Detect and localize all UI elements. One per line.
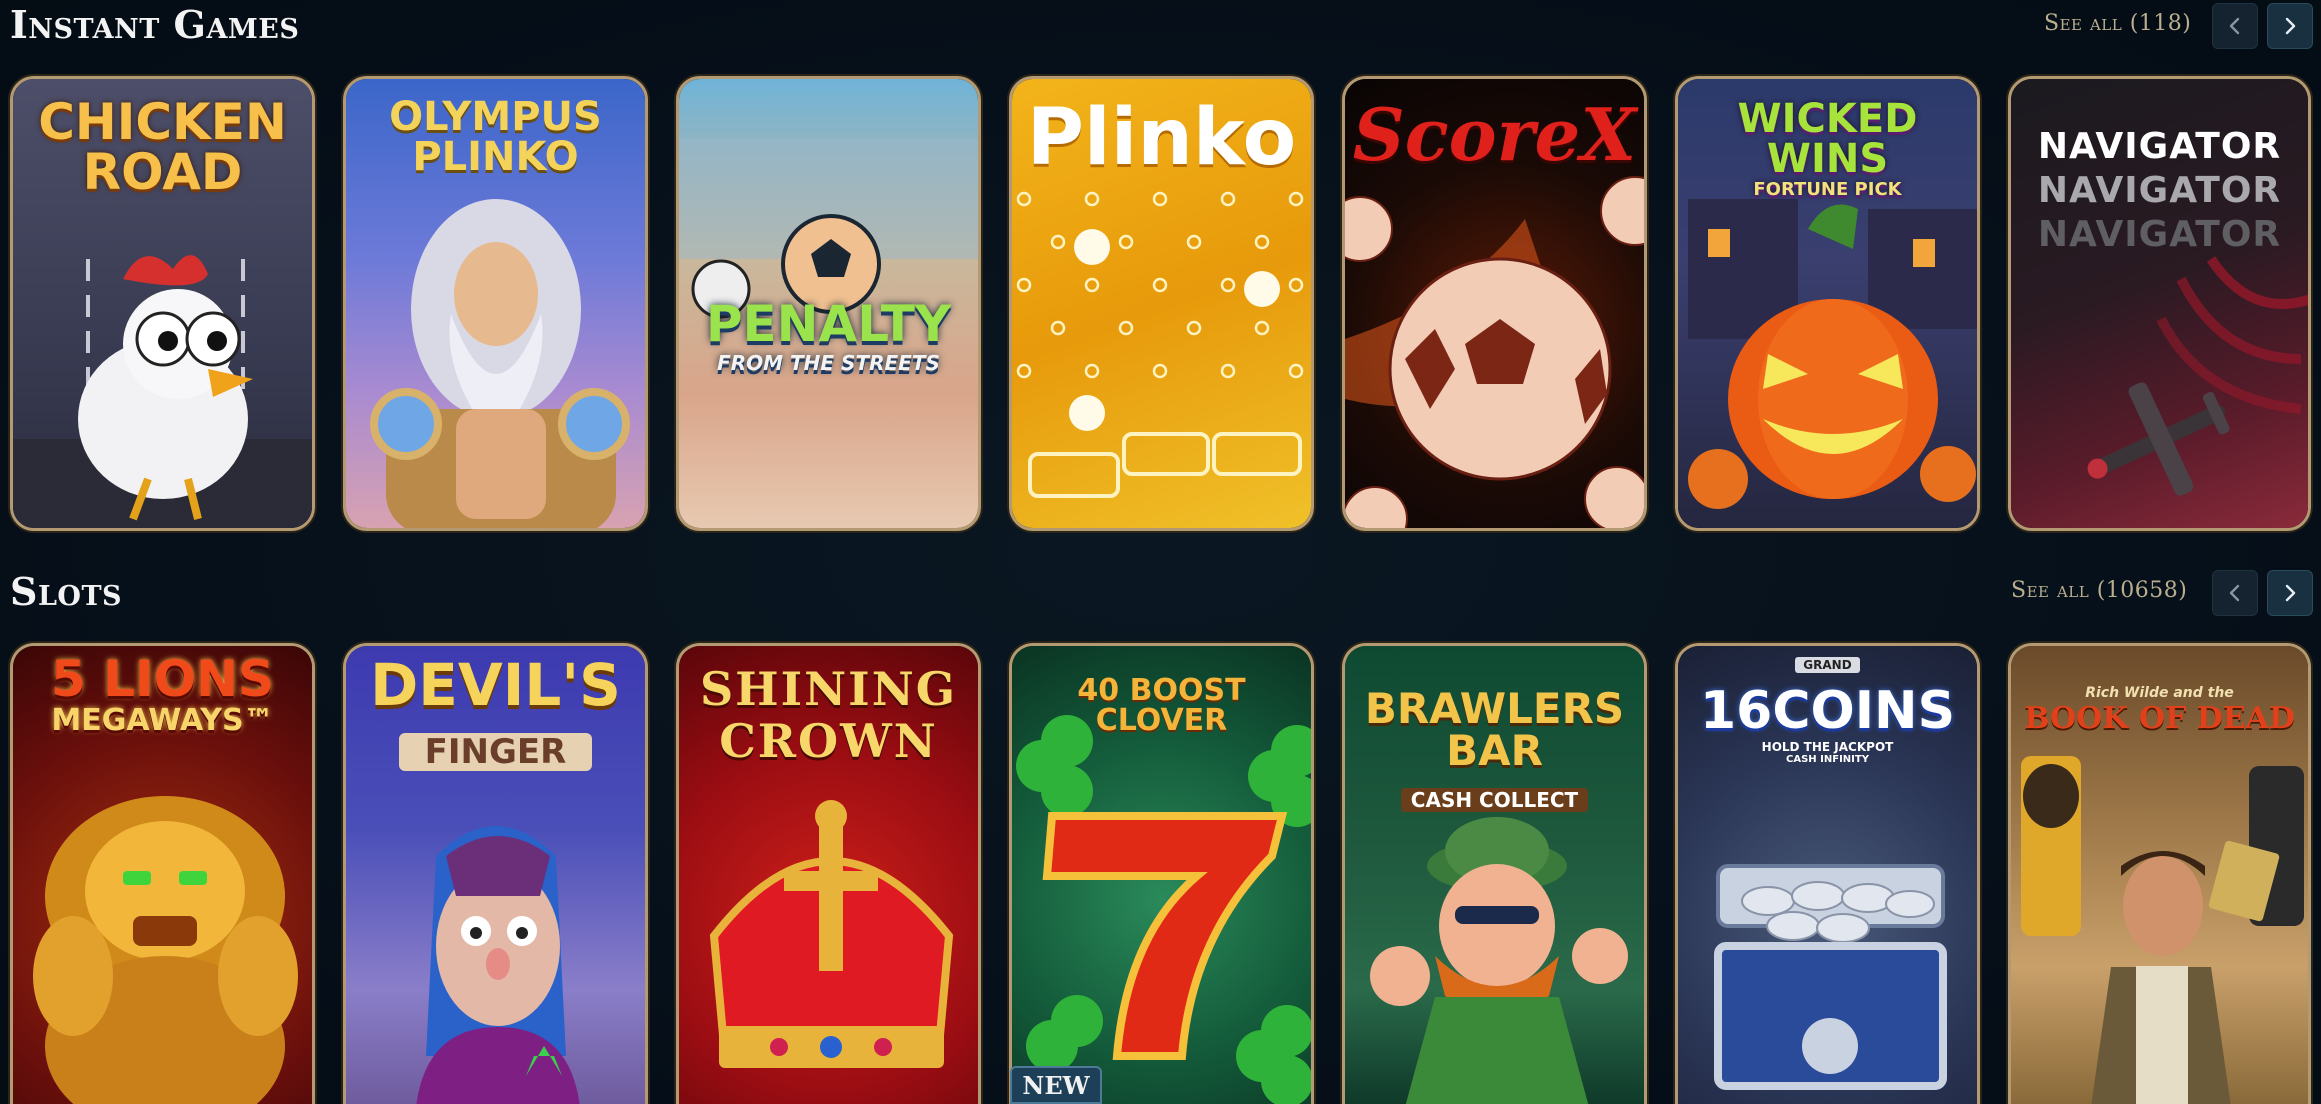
game-logo: 5 LIONS MEGAWAYS™ [13,654,312,736]
logo-line: BAR [1446,726,1543,775]
logo-line: NAVIGATOR [2037,126,2282,167]
slots-next-button[interactable] [2267,570,2313,616]
new-badge: NEW [1010,1066,1102,1104]
logo-line: FROM THE STREETS [717,351,940,375]
logo-line: HOLD THE JACKPOT [1761,740,1894,754]
chevron-right-icon [2285,584,2296,602]
logo-line: GRAND [1795,657,1860,673]
logo-line: 5 LIONS [50,650,275,708]
logo-line: DEVIL'S [370,651,621,719]
games-lobby: Instant Games See all (118) CHICKEN ROAD… [0,0,2321,1104]
instant-games-next-button[interactable] [2267,3,2313,49]
logo-line: MEGAWAYS™ [51,703,274,738]
game-card-wicked-wins[interactable]: WICKED WINS FORTUNE PICK [1675,76,1980,531]
game-logo: NAVIGATOR NAVIGATOR NAVIGATOR [2011,129,2308,253]
see-all-instant-games-link[interactable]: See all (118) [2044,13,2191,35]
logo-line: CASH INFINITY [1786,754,1869,765]
logo-line: WICKED WINS [1737,96,1918,182]
see-all-slots-link[interactable]: See all (10658) [2011,580,2187,602]
game-card-olympus-plinko[interactable]: OLYMPUS PLINKO [343,76,648,531]
game-logo: SHINING CROWN [679,666,978,764]
chevron-left-icon [2229,17,2240,35]
game-card-plinko[interactable]: Plinko [1009,76,1314,531]
game-logo: WICKED WINS FORTUNE PICK [1678,99,1977,199]
game-card-16-coins[interactable]: GRAND 16COINS HOLD THE JACKPOT CASH INFI… [1675,643,1980,1104]
game-logo: DEVIL'S FINGER [346,656,645,772]
logo-line: Rich Wilde and the [2085,685,2234,701]
instant-games-prev-button[interactable] [2212,3,2258,49]
logo-line: NAVIGATOR [2037,214,2282,255]
section-title-instant-games: Instant Games [10,2,300,47]
game-card-brawlers-bar[interactable]: BRAWLERS BAR CASH COLLECT [1342,643,1647,1104]
logo-line: CHICKEN [38,93,287,151]
slots-prev-button[interactable] [2212,570,2258,616]
game-card-penalty-from-the-streets[interactable]: PENALTY FROM THE STREETS [676,76,981,531]
logo-line: FORTUNE PICK [1753,179,1902,200]
logo-line: CASH COLLECT [1400,788,1589,812]
logo-line: SHINING [699,662,958,716]
logo-line: BRAWLERS [1364,684,1625,733]
logo-line: ROAD [82,143,243,201]
game-card-devils-finger[interactable]: DEVIL'S FINGER [343,643,648,1104]
game-logo: BRAWLERS BAR CASH COLLECT [1345,688,1644,814]
logo-line: OLYMPUS [389,94,602,140]
game-logo: OLYMPUS PLINKO [346,97,645,177]
logo-line: PENALTY [705,295,952,353]
game-card-book-of-dead[interactable]: Rich Wilde and the BOOK OF DEAD [2008,643,2311,1104]
section-title-slots: Slots [10,569,123,614]
logo-line: CROWN [719,714,938,768]
game-card-5-lions-megaways[interactable]: 5 LIONS MEGAWAYS™ [10,643,315,1104]
game-card-scorex[interactable]: ScoreX [1342,76,1647,531]
game-card-navigator[interactable]: NAVIGATOR NAVIGATOR NAVIGATOR [2008,76,2311,531]
game-card-40-boost-clover[interactable]: 40 BOOST CLOVER [1009,643,1314,1104]
game-card-chicken-road[interactable]: CHICKEN ROAD [10,76,315,531]
game-logo: 40 BOOST CLOVER [1077,673,1246,738]
logo-line: 16COINS [1699,681,1956,741]
game-logo: Rich Wilde and the BOOK OF DEAD [2011,686,2308,734]
logo-line: BOOK OF DEAD [2024,701,2295,736]
game-card-shining-crown[interactable]: SHINING CROWN [676,643,981,1104]
logo-line: NAVIGATOR [2037,170,2282,211]
game-logo: ScoreX [1352,92,1637,177]
chevron-right-icon [2285,17,2296,35]
game-logo: Plinko [1026,93,1297,183]
chevron-left-icon [2229,584,2240,602]
game-logo: GRAND 16COINS HOLD THE JACKPOT CASH INFI… [1678,656,1977,765]
logo-line: PLINKO [412,134,579,180]
game-logo: CHICKEN ROAD [13,97,312,197]
logo-line: FINGER [398,733,593,771]
game-logo: PENALTY FROM THE STREETS [679,299,978,373]
